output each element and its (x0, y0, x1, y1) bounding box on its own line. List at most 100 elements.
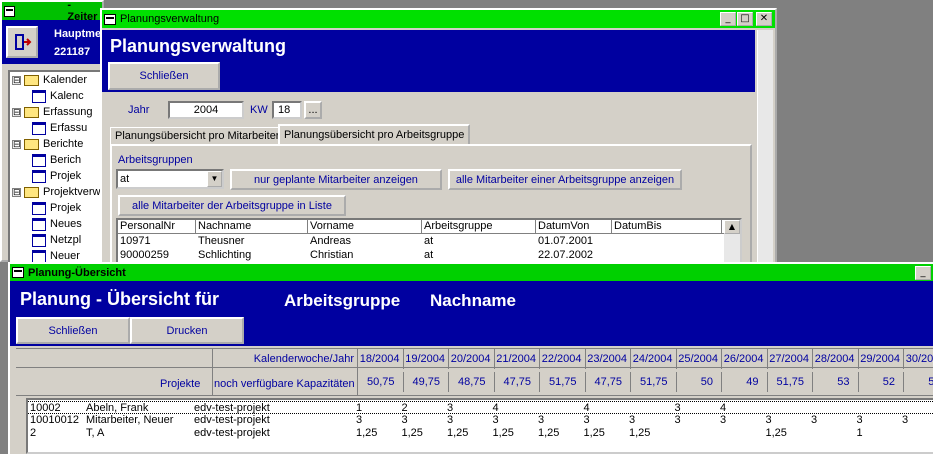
cell-value: 3 (629, 414, 636, 426)
week-capacity: 51,75 (540, 372, 586, 392)
tree-item[interactable]: Projek (32, 168, 81, 184)
col-vorname[interactable]: Vorname (308, 220, 422, 234)
tree-folder[interactable]: ⊟ Projektverw (12, 184, 100, 200)
cell-value: 3 (674, 402, 681, 414)
cell-vorname: Christian (310, 249, 354, 261)
table-row[interactable]: 90000259 Schlichting Christian at 22.07.… (118, 249, 740, 263)
cell-arbeitsgruppe: at (424, 235, 434, 247)
alle-mitarbeiter-ag-button[interactable]: alle Mitarbeiter einer Arbeitsgruppe anz… (448, 169, 682, 190)
collapse-icon[interactable]: ⊟ (12, 107, 21, 117)
kw-input[interactable]: 18 (272, 101, 302, 119)
chevron-down-icon[interactable]: ▼ (207, 171, 222, 187)
pv-titlebar[interactable]: Planungsverwaltung _ □ ✕ (102, 10, 775, 28)
close-icon[interactable]: ✕ (756, 12, 772, 26)
capacity-grid: Kalenderwoche/Jahr Projekte noch verfügb… (16, 348, 933, 454)
form-icon (32, 169, 46, 183)
cell-projekt: edv-test-projekt (194, 414, 270, 426)
pu-heading-arbeitsgruppe: Arbeitsgruppe (284, 291, 401, 310)
maximize-icon[interactable]: □ (737, 12, 753, 26)
tab-arbeitsgruppe-label: Planungsübersicht pro Arbeitsgruppe (284, 129, 465, 141)
list-scrollbar[interactable]: ▲ (724, 220, 740, 266)
week-capacity: 47,75 (495, 372, 540, 392)
week-capacity: 53 (813, 372, 859, 392)
exit-button[interactable] (6, 26, 38, 58)
cell-datumvon: 01.07.2001 (538, 235, 594, 247)
week-capacity: 50,75 (358, 372, 404, 392)
cell-value: 2 (401, 402, 408, 414)
scroll-up-icon[interactable]: ▲ (724, 220, 740, 234)
folder-icon (24, 106, 39, 118)
tab-mitarbeiter-label: Planungsübersicht pro Mitarbeiter (115, 130, 280, 142)
mitarbeiter-list[interactable]: PersonalNr Nachname Vorname Arbeitsgrupp… (116, 218, 742, 268)
pu-title: Planung-Übersicht (28, 266, 126, 279)
col-nachname[interactable]: Nachname (196, 220, 308, 234)
collapse-icon[interactable]: ⊟ (12, 75, 21, 85)
navigation-tree[interactable]: ⊟ Kalender Kalenc ⊟ Erfassung Erfassu ⊟ Bericht… (8, 70, 102, 270)
tree-item[interactable]: Erfassu (32, 120, 87, 136)
table-row[interactable]: 10010012 Mitarbeiter, Neuer edv-test-proje… (28, 414, 933, 427)
tree-folder[interactable]: ⊟ Kalender (12, 72, 87, 88)
week-capacity: 49 (722, 372, 768, 392)
tab-arbeitsgruppe[interactable]: Planungsübersicht pro Arbeitsgruppe (278, 124, 471, 146)
week-header: 22/2004 (540, 349, 586, 369)
table-row[interactable]: 2 T, A edv-test-projekt 1,25 1,25 1,25 1,25 1,2… (28, 427, 933, 440)
arbeitsgruppen-label: Arbeitsgruppen (118, 154, 193, 166)
cell-personalnr: 2 (30, 427, 37, 439)
col-datumvon[interactable]: DatumVon (536, 220, 612, 234)
kw-picker-button[interactable]: ... (304, 101, 322, 119)
col-personalnr[interactable]: PersonalNr (120, 220, 196, 234)
collapse-icon[interactable]: ⊟ (12, 139, 21, 149)
tree-item[interactable]: Berich (32, 152, 81, 168)
tree-item[interactable]: Kalenc (32, 88, 84, 104)
cell-value: 1,25 (447, 427, 469, 439)
form-icon (32, 89, 46, 103)
tree-item[interactable]: Projek (32, 200, 81, 216)
arbeitsgruppen-combobox[interactable]: at ▼ (116, 169, 224, 189)
week-capacity: 50 (677, 372, 722, 392)
week-header: 21/2004 (495, 349, 540, 369)
tree-item[interactable]: Netzpl (32, 232, 81, 248)
week-header: 20/2004 (449, 349, 495, 369)
cell-value: 1,25 (401, 427, 423, 439)
col-datumbis[interactable]: DatumBis (612, 220, 722, 234)
plan-rows[interactable]: 10002 Abeln, Frank edv-test-projekt 1 2 3 4 4 3 4… (26, 398, 933, 454)
minimize-icon[interactable]: _ (915, 266, 931, 280)
cell-personalnr: 10010012 (30, 414, 79, 426)
pv-close-button[interactable]: Schließen (108, 62, 220, 90)
tree-item[interactable]: Neues (32, 216, 82, 232)
background-subtitle: Hauptme (54, 28, 102, 40)
tab-mitarbeiter[interactable]: Planungsübersicht pro Mitarbeiter (110, 127, 285, 145)
tree-label: Berichte (43, 138, 84, 150)
background-titlebar[interactable]: - Zeiter (2, 0, 102, 23)
print-button[interactable]: Drucken (130, 317, 244, 344)
pv-scrollbar[interactable] (757, 30, 773, 264)
col-arbeitsgruppe[interactable]: Arbeitsgruppe (422, 220, 536, 234)
cell-value: 1,25 (583, 427, 605, 439)
tree-label: Netzpl (50, 234, 82, 246)
pu-heading: Planung - Übersicht für (20, 289, 220, 309)
table-row[interactable]: 10002 Abeln, Frank edv-test-projekt 1 2 3 4 4 3 4 (28, 401, 933, 414)
collapse-icon[interactable]: ⊟ (12, 187, 21, 197)
window-menu-icon[interactable] (12, 267, 24, 278)
cell-value: 3 (811, 414, 818, 426)
cell-datumvon: 22.07.2002 (538, 249, 594, 261)
tree-folder[interactable]: ⊟ Berichte (12, 136, 83, 152)
window-menu-icon[interactable] (4, 5, 16, 17)
nur-geplante-button[interactable]: nur geplante Mitarbeiter anzeigen (230, 169, 442, 190)
form-icon (32, 217, 46, 231)
cell-value: 1,25 (629, 427, 651, 439)
cell-vorname: Andreas (310, 235, 351, 247)
tree-folder[interactable]: ⊟ Erfassung (12, 104, 93, 120)
tree-label: Projek (50, 202, 82, 214)
alle-in-liste-button[interactable]: alle Mitarbeiter der Arbeitsgruppe in Li… (118, 195, 346, 216)
window-menu-icon[interactable] (104, 13, 116, 25)
table-row[interactable]: 10971 Theusner Andreas at 01.07.2001 (118, 235, 740, 249)
week-capacity: 53 (904, 372, 933, 392)
pu-close-button[interactable]: Schließen (16, 317, 130, 344)
jahr-input[interactable]: 2004 (168, 101, 244, 119)
cell-personalnr: 90000259 (120, 249, 169, 261)
arbeitsgruppen-value: at (120, 173, 130, 185)
minimize-icon[interactable]: _ (720, 12, 736, 26)
cell-projekt: edv-test-projekt (194, 427, 270, 439)
pu-titlebar[interactable]: Planung-Übersicht _ (10, 264, 933, 281)
